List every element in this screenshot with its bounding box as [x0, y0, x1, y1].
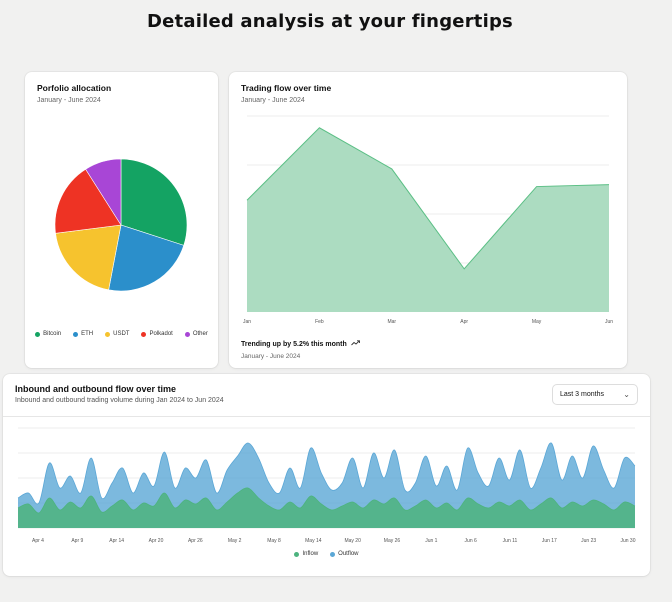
portfolio-allocation-card: Porfolio allocation January - June 2024 … [25, 72, 218, 368]
legend-item-outflow: Outflow [330, 551, 359, 557]
x-tick-jun-30: Jun 30 [620, 538, 635, 544]
x-tick-jun-1: Jun 1 [425, 538, 437, 544]
trending-up-icon [350, 340, 360, 348]
legend-swatch [105, 331, 111, 337]
flow-chart: Apr 4 Apr 9 Apr 14 Apr 20 Apr 26 May 2 May 8 Ma… [17, 427, 636, 544]
legend-label: Polkadot [149, 331, 173, 337]
x-tick-jan: Jan [243, 319, 251, 325]
x-tick-may-20: May 20 [344, 538, 361, 544]
legend-item-other: Other [184, 331, 208, 337]
trend-subtitle: January - June 2024 [241, 353, 301, 360]
x-tick-apr-4: Apr 4 [32, 538, 44, 544]
x-tick-apr-26: Apr 26 [188, 538, 203, 544]
legend-label: Outflow [338, 551, 359, 557]
x-tick-may: May [532, 319, 542, 325]
x-tick-jun-11: Jun 11 [503, 538, 518, 544]
trend-text: Trending up by 5.2% this month [241, 340, 347, 348]
legend-item-polkadot: Polkadot [141, 331, 173, 337]
legend-swatch [35, 331, 41, 337]
legend-label: Bitcoin [43, 331, 62, 337]
legend-item-usdt: USDT [105, 331, 129, 337]
x-tick-jun: Jun [605, 319, 613, 325]
x-tick-may-14: May 14 [305, 538, 322, 544]
trend-summary: Trending up by 5.2% this month January -… [241, 340, 360, 360]
legend-label: Inflow [302, 551, 319, 557]
x-tick-may-26: May 26 [384, 538, 401, 544]
x-tick-feb: Feb [315, 319, 324, 325]
inbound-outbound-card: Inbound and outbound flow over time Inbo… [3, 374, 650, 576]
x-tick-may-2: May 2 [228, 538, 242, 544]
legend-item-bitcoin: Bitcoin [35, 331, 61, 337]
legend-label: Other [192, 331, 208, 337]
x-tick-jun-23: Jun 23 [581, 538, 596, 544]
x-tick-apr-9: Apr 9 [71, 538, 83, 544]
legend-swatch [330, 551, 336, 557]
flow-legend: Inflow Outflow [3, 551, 650, 557]
legend-swatch [294, 551, 300, 557]
x-tick-jun-17: Jun 17 [542, 538, 557, 544]
x-tick-jun-6: Jun 6 [465, 538, 477, 544]
legend-item-inflow: Inflow [294, 551, 318, 557]
legend-label: ETH [81, 331, 94, 337]
legend-swatch [184, 331, 190, 337]
x-tick-apr: Apr [460, 319, 468, 325]
x-tick-mar: Mar [387, 319, 396, 325]
pie-chart [54, 158, 188, 292]
legend-swatch [73, 331, 79, 337]
x-tick-apr-14: Apr 14 [109, 538, 124, 544]
x-tick-apr-20: Apr 20 [149, 538, 164, 544]
trading-flow-chart: Jan Feb Mar Apr May Jun [243, 115, 613, 325]
area-fill [247, 127, 609, 312]
legend-label: USDT [113, 331, 130, 337]
trading-flow-card: Trading flow over time January - June 20… [229, 72, 627, 368]
x-tick-may-8: May 8 [267, 538, 281, 544]
legend-swatch [141, 331, 147, 337]
page-title: Detailed analysis at your fingertips [147, 11, 513, 32]
pie-legend: Bitcoin ETH USDT Polkadot Other [35, 331, 208, 337]
legend-item-eth: ETH [73, 331, 93, 337]
